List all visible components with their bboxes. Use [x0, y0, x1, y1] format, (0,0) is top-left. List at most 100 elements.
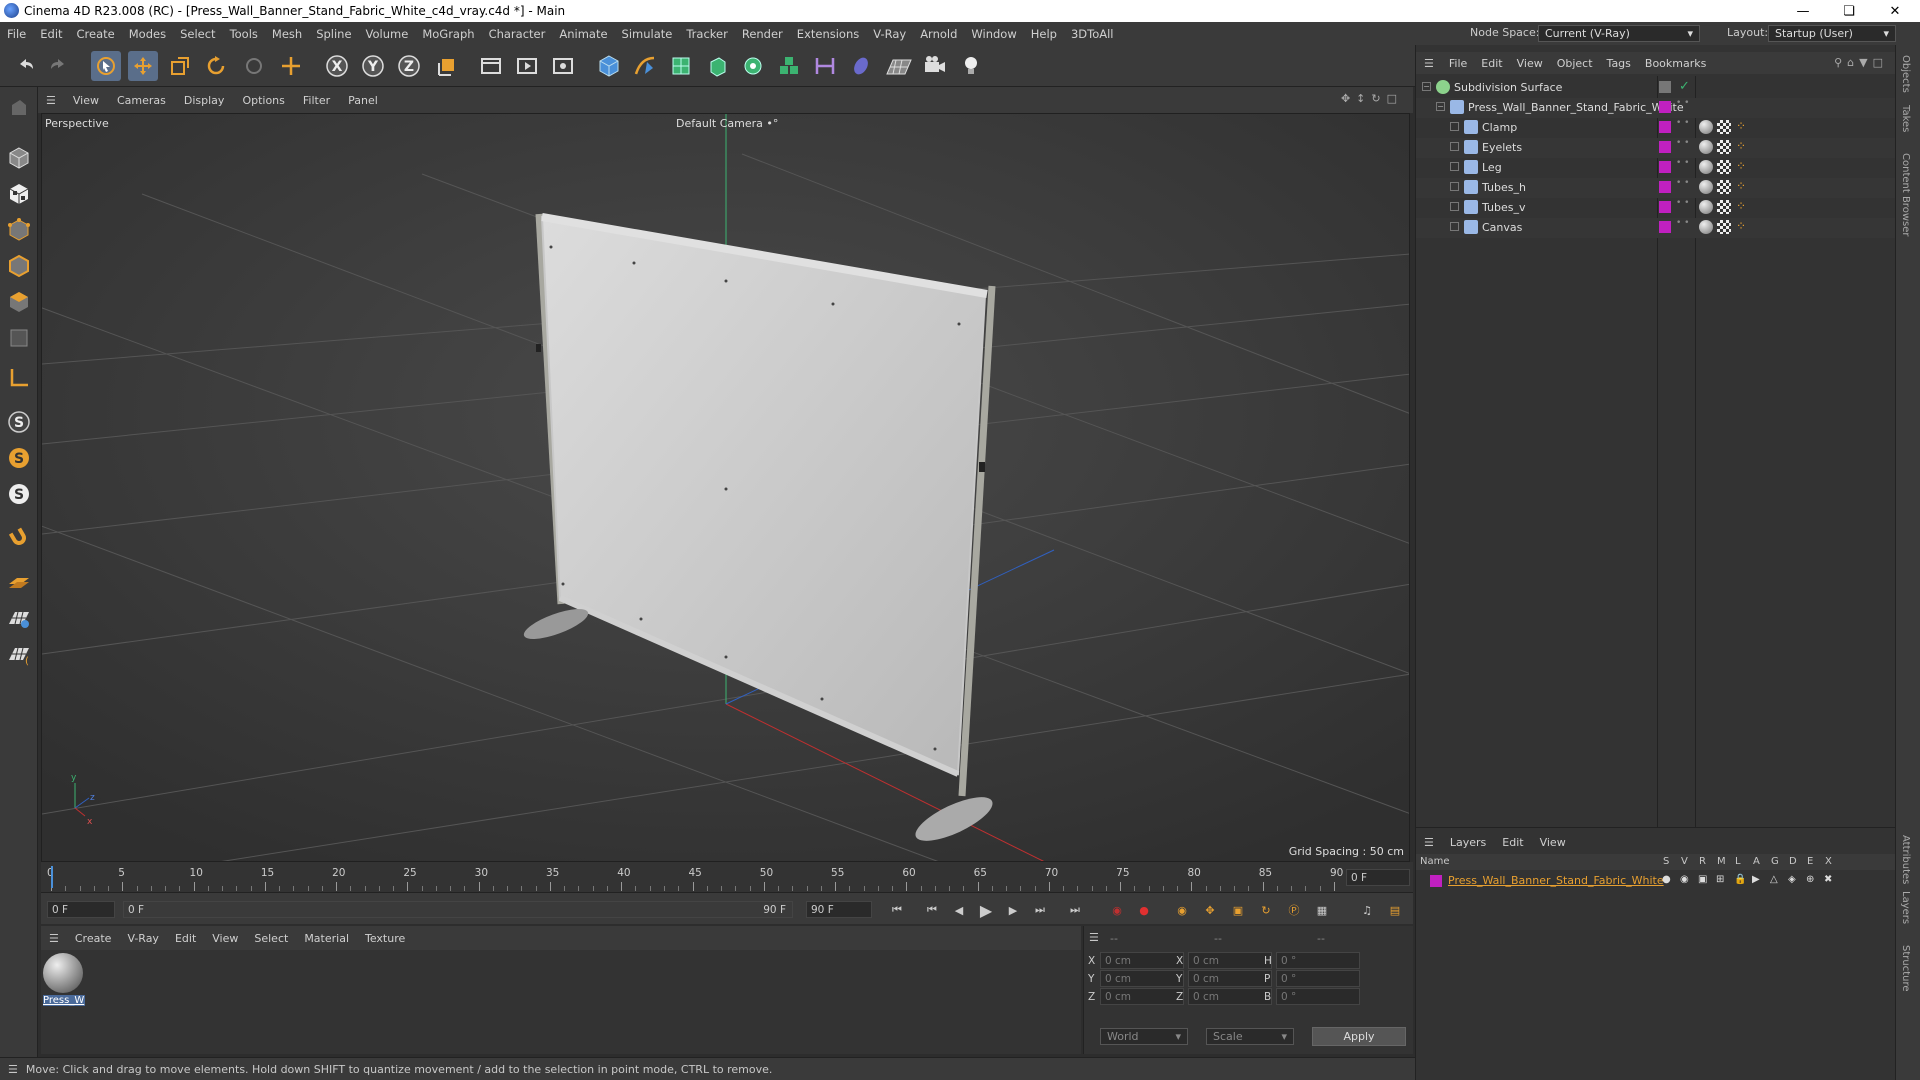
side-tab-layers[interactable]: Layers — [1900, 891, 1911, 924]
phong-tag-icon[interactable]: ⁘ — [1736, 199, 1746, 213]
grid-snap-icon[interactable] — [4, 603, 34, 633]
key-pla-icon[interactable]: ▦ — [1311, 900, 1333, 920]
object-row-clamp[interactable]: Clamp • • ⁘ — [1416, 118, 1896, 138]
solo-icon[interactable]: ● — [1662, 874, 1671, 885]
end-frame-field[interactable]: 90 F — [806, 901, 872, 918]
coord-value-field[interactable]: 0 cm — [1100, 988, 1184, 1005]
object-row-leg[interactable]: Leg • • ⁘ — [1416, 158, 1896, 178]
phong-tag-icon[interactable]: ⁘ — [1736, 219, 1746, 233]
menu-render[interactable]: Render — [735, 27, 790, 41]
camera-label[interactable]: Default Camera •° — [676, 117, 778, 130]
coord-value-field[interactable]: 0 cm — [1100, 952, 1184, 969]
layer-menu-view[interactable]: View — [1532, 836, 1574, 849]
uvw-tag-icon[interactable] — [1717, 200, 1731, 214]
layer-color-icon[interactable] — [1659, 161, 1671, 173]
layer-color-icon[interactable] — [1430, 875, 1442, 887]
3d-viewport[interactable]: y z x Perspective Default Camera •° Grid… — [41, 113, 1410, 862]
playhead[interactable] — [51, 866, 53, 888]
side-tab-takes[interactable]: Takes — [1900, 105, 1911, 132]
menu-edit[interactable]: Edit — [33, 27, 69, 41]
visibility-dots-icon[interactable]: • • — [1676, 199, 1689, 208]
make-editable-icon[interactable] — [4, 93, 34, 123]
select-icon[interactable] — [91, 51, 121, 81]
next-frame-icon[interactable]: ▶ — [1002, 900, 1024, 920]
uvw-tag-icon[interactable] — [1717, 160, 1731, 174]
coord-value-field[interactable]: 0 cm — [1188, 970, 1272, 987]
live-select-icon[interactable] — [239, 51, 269, 81]
expand-toggle-icon[interactable]: − — [1422, 82, 1431, 91]
start-frame-field[interactable]: 0 F — [47, 901, 115, 918]
material-swatch[interactable]: Press_W — [43, 953, 85, 1011]
visibility-dots-icon[interactable]: • • — [1676, 99, 1689, 108]
animation-icon[interactable]: ▶ — [1752, 874, 1760, 885]
mograph-cloner-icon[interactable] — [738, 51, 768, 81]
model-mode-icon[interactable] — [4, 143, 34, 173]
extrude-icon[interactable] — [702, 51, 732, 81]
layer-menu-edit[interactable]: Edit — [1494, 836, 1531, 849]
object-row-canvas[interactable]: Canvas • • ⁘ — [1416, 218, 1896, 238]
coord-value-field[interactable]: 0 cm — [1188, 952, 1272, 969]
object-manager-tools-icons[interactable]: ⚲⌂▼□ — [1834, 56, 1888, 69]
layer-color-icon[interactable] — [1659, 101, 1671, 113]
material-tag-icon[interactable] — [1699, 180, 1713, 194]
timeline-window-icon[interactable]: ▤ — [1384, 900, 1406, 920]
transform-icon[interactable] — [276, 51, 306, 81]
material-tag-icon[interactable] — [1699, 220, 1713, 234]
material-menu-create[interactable]: Create — [67, 932, 120, 945]
layer-color-icon[interactable] — [1659, 221, 1671, 233]
record-icon[interactable]: ◉ — [1106, 900, 1128, 920]
object-row-tubes-h[interactable]: Tubes_h • • ⁘ — [1416, 178, 1896, 198]
key-parameter-icon[interactable]: Ⓟ — [1283, 900, 1305, 920]
expand-toggle-icon[interactable] — [1450, 222, 1459, 231]
undo-icon[interactable] — [10, 51, 40, 81]
edges-mode-icon[interactable] — [4, 251, 34, 281]
layer-menu-layers[interactable]: Layers — [1442, 836, 1494, 849]
workplane-icon[interactable] — [4, 567, 34, 597]
size-mode-dropdown[interactable]: Scale ▾ — [1206, 1028, 1294, 1045]
rotate-icon[interactable] — [201, 51, 231, 81]
texture-mode-icon[interactable] — [4, 179, 34, 209]
points-mode-icon[interactable] — [4, 215, 34, 245]
hamburger-icon[interactable]: ☰ — [1089, 931, 1099, 944]
coord-value-field[interactable]: 0 ° — [1276, 970, 1360, 987]
visible-icon[interactable]: ◉ — [1680, 874, 1689, 885]
object-menu-edit[interactable]: Edit — [1474, 57, 1509, 70]
menu-window[interactable]: Window — [964, 27, 1023, 41]
lock-icon[interactable]: 🔒 — [1734, 874, 1746, 885]
z-axis-icon[interactable]: Z — [394, 51, 424, 81]
side-tab-content-browser[interactable]: Content Browser — [1900, 153, 1911, 236]
quantize-icon[interactable]: ( — [4, 639, 34, 669]
menu-tools[interactable]: Tools — [223, 27, 265, 41]
node-space-dropdown[interactable]: Current (V-Ray) ▾ — [1538, 25, 1700, 42]
floor-icon[interactable] — [884, 51, 914, 81]
material-tag-icon[interactable] — [1699, 200, 1713, 214]
hamburger-icon[interactable]: ☰ — [1416, 836, 1442, 849]
deformer-icon[interactable] — [810, 51, 840, 81]
render-view-icon[interactable] — [512, 51, 542, 81]
phong-tag-icon[interactable]: ⁘ — [1736, 159, 1746, 173]
x-axis-icon[interactable]: X — [322, 51, 352, 81]
object-menu-object[interactable]: Object — [1550, 57, 1600, 70]
menu-help[interactable]: Help — [1024, 27, 1064, 41]
uvw-tag-icon[interactable] — [1717, 220, 1731, 234]
subdivision-icon[interactable] — [666, 51, 696, 81]
expand-toggle-icon[interactable] — [1450, 202, 1459, 211]
phong-tag-icon[interactable]: ⁘ — [1736, 139, 1746, 153]
pen-icon[interactable] — [630, 51, 660, 81]
timeline-ruler[interactable]: 051015202530354045505560657075808590 0 F — [41, 862, 1413, 892]
menu-mesh[interactable]: Mesh — [265, 27, 309, 41]
material-menu-select[interactable]: Select — [246, 932, 296, 945]
material-menu-view[interactable]: View — [204, 932, 246, 945]
material-menu-texture[interactable]: Texture — [357, 932, 413, 945]
menu-character[interactable]: Character — [482, 27, 553, 41]
auto-key-icon[interactable]: ● — [1133, 900, 1155, 920]
visibility-dots-icon[interactable]: • • — [1676, 139, 1689, 148]
uv-mode-icon[interactable] — [4, 323, 34, 353]
previous-key-icon[interactable]: ⏮ — [921, 900, 943, 920]
snap-settings-icon[interactable]: S — [4, 443, 34, 473]
viewport-menu-filter[interactable]: Filter — [294, 94, 339, 107]
previous-frame-icon[interactable]: ◀ — [948, 900, 970, 920]
object-row-eyelets[interactable]: Eyelets • • ⁘ — [1416, 138, 1896, 158]
layer-color-icon[interactable] — [1659, 81, 1671, 93]
menu-create[interactable]: Create — [70, 27, 122, 41]
